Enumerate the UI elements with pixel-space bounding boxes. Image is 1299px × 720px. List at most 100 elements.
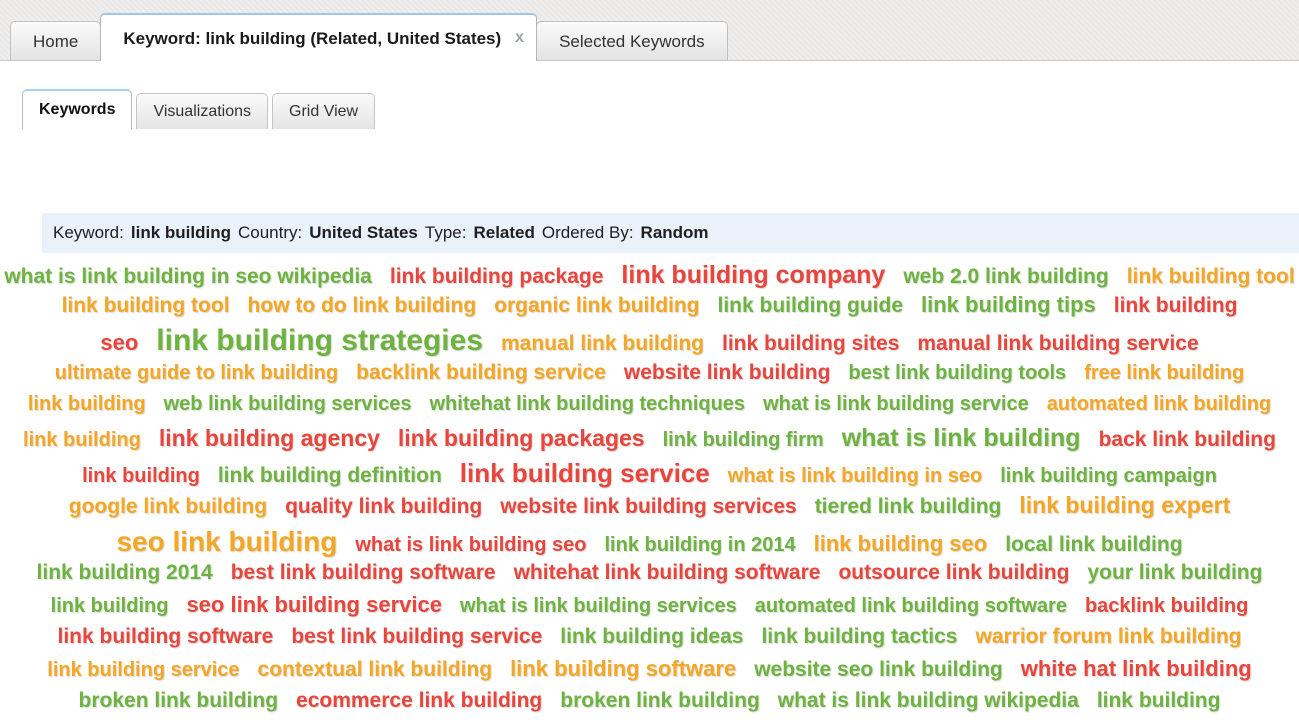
keyword-term[interactable]: website link building [624,362,831,383]
keyword-term[interactable]: link building tool [62,295,230,316]
keyword-term[interactable]: website seo link building [754,659,1003,680]
keyword-term[interactable]: seo link building [116,528,337,556]
tab-keywords[interactable]: Keywords [22,89,133,129]
window-tab-home[interactable]: Home [10,21,102,61]
keyword-term[interactable]: link building software [510,658,736,680]
keyword-term[interactable]: link building guide [718,295,903,316]
cloud-row: link building tool how to do link buildin… [0,294,1299,327]
keyword-term[interactable]: ecommerce link building [296,690,542,711]
ordered-by-value: Random [640,223,709,242]
keyword-term[interactable]: link building [1097,690,1221,711]
keyword-term[interactable]: organic link building [494,295,699,316]
keyword-term[interactable]: link building campaign [1000,466,1217,486]
keyword-term[interactable]: link building service [47,660,239,680]
window-tab-keyword[interactable]: Keyword: link building (Related, United … [100,13,538,62]
keyword-term[interactable]: link building 2014 [37,562,213,583]
keyword-term[interactable]: seo [100,332,138,354]
application-window: Home Keyword: link building (Related, Un… [0,0,1299,711]
cloud-row: google link building quality link buildin… [0,494,1299,526]
keyword-term[interactable]: link building strategies [156,326,483,356]
keyword-value: link building [130,223,231,242]
keyword-term[interactable]: link building definition [218,465,442,486]
keyword-term[interactable]: link building [1114,295,1238,316]
keyword-term[interactable]: white hat link building [1021,658,1252,680]
keyword-term[interactable]: tiered link building [815,496,1002,517]
cloud-row: broken link building ecommerce link build… [0,690,1299,720]
keyword-term[interactable]: what is link building in seo wikipedia [4,266,372,287]
keyword-term[interactable]: link building packages [398,427,645,450]
keyword-term[interactable]: local link building [1005,534,1182,555]
keyword-term[interactable]: best link building tools [848,363,1066,383]
tab-keywords-label: Keywords [39,101,116,118]
keyword-term[interactable]: link building in 2014 [604,535,795,555]
keyword-term[interactable]: back link building [1099,429,1276,450]
keyword-term[interactable]: best link building service [291,626,542,647]
keyword-term[interactable]: warrior forum link building [975,626,1241,647]
keyword-term[interactable]: automated link building [1047,394,1271,414]
keyword-term[interactable]: broken link building [560,690,760,711]
keyword-term[interactable]: contextual link building [258,659,493,680]
cloud-row: link building software best link building… [0,626,1299,658]
keyword-term[interactable]: link building [23,430,141,450]
keyword-term[interactable]: backlink building service [356,362,606,383]
keyword-term[interactable]: best link building software [231,562,496,583]
keyword-term[interactable]: whitehat link building software [514,562,821,583]
keyword-term[interactable]: free link building [1084,363,1244,383]
keyword-term[interactable]: link building software [58,626,274,647]
keyword-term[interactable]: link building agency [159,427,380,450]
keyword-term[interactable]: ultimate guide to link building [55,363,338,383]
keyword-term[interactable]: link building company [621,263,885,288]
content-panel: Keywords Visualizations Grid View Keywor… [0,60,1299,711]
keyword-label: Keyword: [53,223,124,242]
keyword-term[interactable]: outsource link building [838,562,1069,583]
tab-visualizations[interactable]: Visualizations [136,93,269,129]
keyword-term[interactable]: link building package [390,266,604,287]
keyword-term[interactable]: link building tool [1127,266,1295,287]
keyword-term[interactable]: google link building [69,496,267,517]
keyword-term[interactable]: manual link building [501,333,704,354]
keyword-term[interactable]: link building [28,394,146,414]
window-tab-selected-keywords[interactable]: Selected Keywords [536,21,728,61]
keyword-term[interactable]: whitehat link building techniques [429,394,745,414]
cloud-row: seo link building strategies manual link b… [0,326,1299,359]
keyword-term[interactable]: website link building services [500,496,796,517]
keyword-term[interactable]: link building [51,596,169,616]
keyword-term[interactable]: link building tactics [761,626,957,647]
type-label: Type: [424,223,467,242]
keyword-term[interactable]: link building sites [722,333,899,354]
window-tab-selected-keywords-label: Selected Keywords [559,32,705,51]
keyword-term[interactable]: backlink building [1085,596,1248,616]
keyword-term[interactable]: automated link building software [755,596,1067,616]
query-info-bar: Keyword: link building Country: United S… [42,213,1299,253]
keyword-term[interactable]: link building tips [921,294,1096,316]
keyword-term[interactable]: your link building [1087,562,1262,583]
keyword-term[interactable]: link building expert [1019,494,1230,517]
keyword-term[interactable]: quality link building [285,496,482,517]
keyword-term[interactable]: seo link building service [186,594,442,616]
ordered-by-label: Ordered By: [541,223,634,242]
keyword-term[interactable]: link building [82,466,200,486]
keyword-term[interactable]: link building seo [814,533,988,555]
country-value: United States [309,223,418,242]
keyword-word-cloud: what is link building in seo wikipedia li… [0,256,1299,720]
keyword-term[interactable]: link building firm [663,430,824,450]
keyword-term[interactable]: what is link building service [763,394,1029,414]
cloud-row: link building seo link building service wh… [0,594,1299,626]
keyword-term[interactable]: broken link building [79,690,279,711]
keyword-term[interactable]: web link building services [164,394,412,414]
keyword-term[interactable]: how to do link building [248,295,477,316]
type-value: Related [473,223,535,242]
close-icon[interactable]: x [515,30,524,46]
keyword-term[interactable]: what is link building wikipedia [778,690,1079,711]
keyword-term[interactable]: web 2.0 link building [903,266,1108,287]
country-label: Country: [237,223,303,242]
cloud-row: link building service contextual link bui… [0,658,1299,690]
keyword-term[interactable]: what is link building seo [355,535,586,555]
keyword-term[interactable]: manual link building service [917,333,1198,354]
tab-grid-view[interactable]: Grid View [272,93,376,129]
keyword-term[interactable]: what is link building services [460,596,737,616]
keyword-term[interactable]: link building ideas [560,626,743,647]
keyword-term[interactable]: what is link building [842,426,1081,451]
keyword-term[interactable]: what is link building in seo [728,466,982,486]
keyword-term[interactable]: link building service [460,460,710,486]
